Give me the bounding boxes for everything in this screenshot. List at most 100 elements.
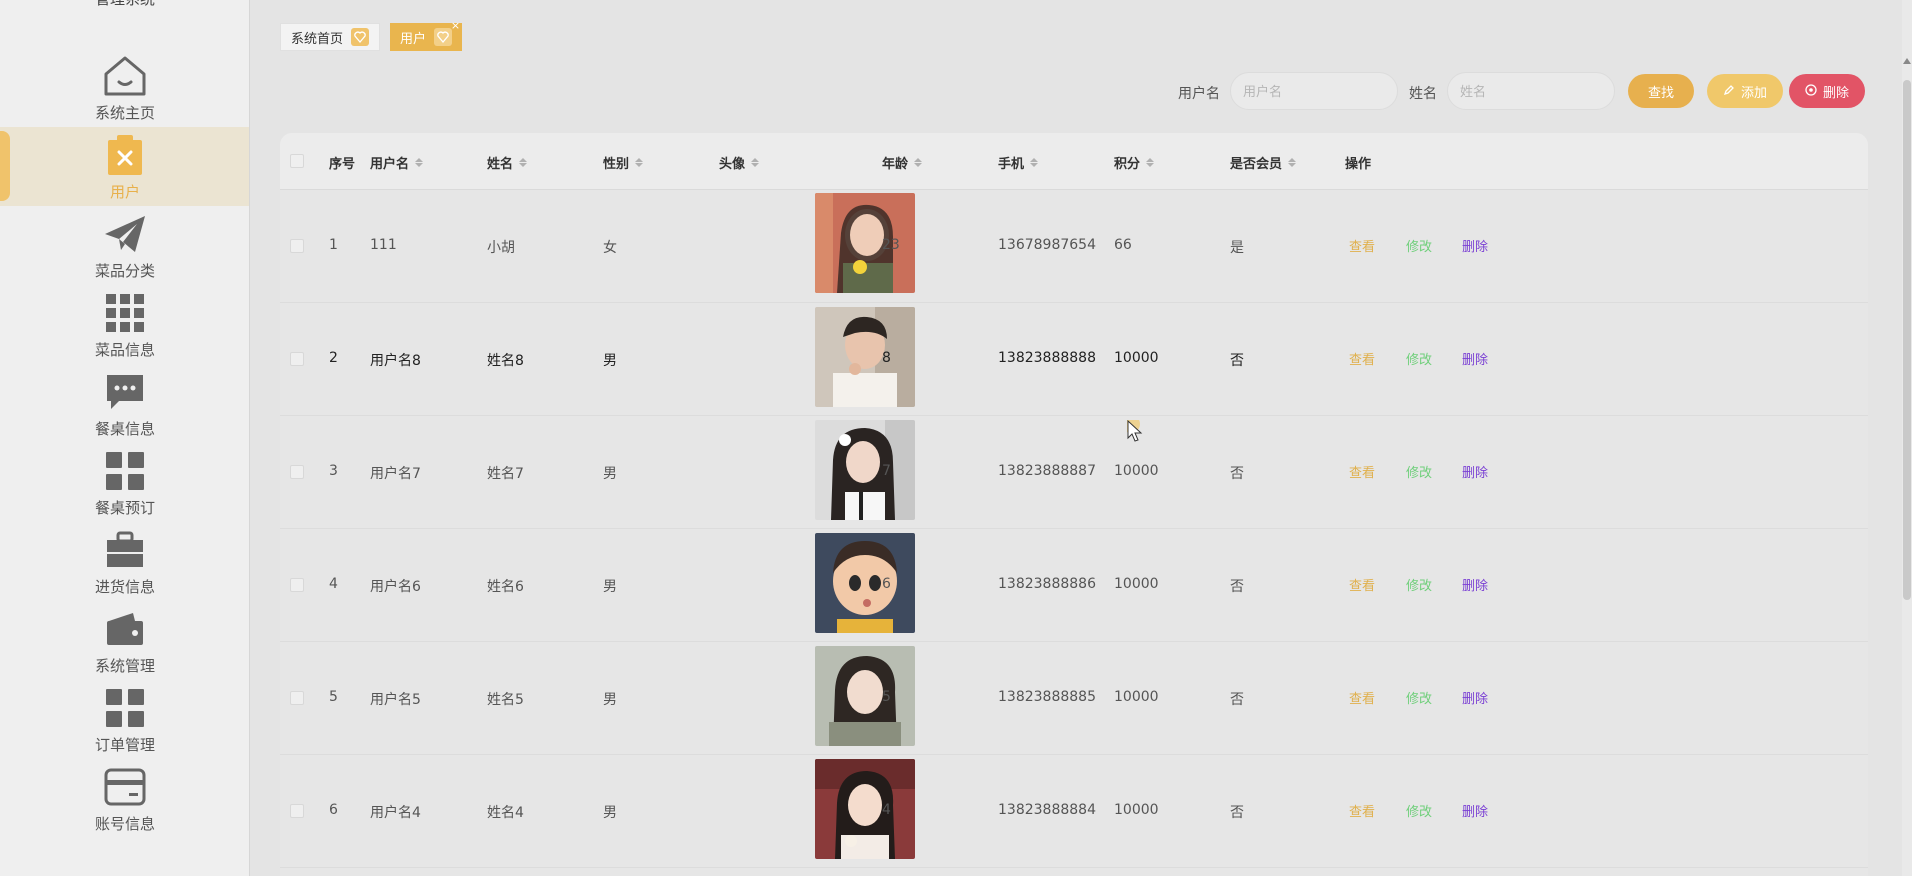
- add-button[interactable]: 添加: [1707, 74, 1783, 108]
- sidebar-item-table-info[interactable]: 餐桌信息: [0, 364, 249, 443]
- delete-button[interactable]: 删除: [1462, 688, 1488, 707]
- cell-gender: 女: [603, 240, 617, 256]
- cell-index: 4: [329, 576, 338, 592]
- edit-button[interactable]: 修改: [1406, 575, 1432, 594]
- sidebar-item-label: 餐桌信息: [94, 420, 155, 438]
- bulk-delete-button[interactable]: 删除: [1789, 74, 1865, 108]
- tab-label: 系统首页: [291, 31, 344, 47]
- select-all-checkbox[interactable]: [290, 154, 304, 168]
- cell-index: 2: [329, 350, 338, 366]
- tiles-icon: [100, 447, 150, 495]
- cell-points: 66: [1114, 237, 1132, 253]
- delete-button[interactable]: 删除: [1462, 575, 1488, 594]
- sidebar-item-label: 订单管理: [94, 736, 155, 754]
- cell-phone: 13823888888: [998, 350, 1096, 366]
- tab-user[interactable]: 用户 ×: [390, 19, 463, 51]
- edit-button[interactable]: 修改: [1406, 236, 1432, 255]
- delete-button[interactable]: 删除: [1462, 462, 1488, 481]
- cell-age: 5: [882, 689, 891, 705]
- row-checkbox[interactable]: [290, 465, 304, 479]
- edit-button[interactable]: 修改: [1406, 462, 1432, 481]
- find-button[interactable]: 查找: [1628, 74, 1694, 108]
- header-index: 序号: [329, 157, 356, 172]
- cell-gender: 男: [603, 579, 617, 595]
- header-age[interactable]: 年龄: [882, 153, 923, 172]
- cell-username: 用户名6: [370, 579, 421, 595]
- sidebar-item-user[interactable]: 用户: [0, 127, 249, 206]
- page-scrollbar[interactable]: [1902, 0, 1912, 876]
- view-button[interactable]: 查看: [1349, 349, 1375, 368]
- cell-age: 4: [882, 802, 891, 818]
- edit-button[interactable]: 修改: [1406, 349, 1432, 368]
- edit-button[interactable]: 修改: [1406, 688, 1432, 707]
- sidebar-item-system-management[interactable]: 系统管理: [0, 601, 249, 680]
- table-row: 5 用户名5 姓名5 男 5 13823888885 10000 否 查看 修改…: [280, 642, 1868, 755]
- row-checkbox[interactable]: [290, 578, 304, 592]
- delete-button[interactable]: 删除: [1462, 801, 1488, 820]
- sidebar-item-label: 餐桌预订: [94, 499, 155, 517]
- cell-index: 5: [329, 689, 338, 705]
- cell-phone: 13678987654: [998, 237, 1096, 253]
- view-button[interactable]: 查看: [1349, 575, 1375, 594]
- username-search-input[interactable]: [1230, 72, 1398, 110]
- row-checkbox[interactable]: [290, 239, 304, 253]
- cell-gender: 男: [603, 692, 617, 708]
- sidebar-item-account-info[interactable]: 账号信息: [0, 759, 249, 838]
- edit-button[interactable]: 修改: [1406, 801, 1432, 820]
- cell-username: 用户名8: [370, 353, 421, 369]
- header-points[interactable]: 积分: [1114, 153, 1155, 172]
- header-phone[interactable]: 手机: [998, 153, 1039, 172]
- header-username[interactable]: 用户名: [370, 153, 424, 172]
- view-button[interactable]: 查看: [1349, 801, 1375, 820]
- view-button[interactable]: 查看: [1349, 236, 1375, 255]
- row-checkbox[interactable]: [290, 352, 304, 366]
- tab-label: 用户: [400, 31, 427, 47]
- sidebar-item-table-booking[interactable]: 餐桌预订: [0, 443, 249, 522]
- name-search-input[interactable]: [1447, 72, 1615, 110]
- view-button[interactable]: 查看: [1349, 688, 1375, 707]
- briefcase-icon: [100, 526, 150, 574]
- row-checkbox[interactable]: [290, 691, 304, 705]
- sidebar: 管理系统 系统主页 用户 菜品分类: [0, 0, 250, 876]
- cell-index: 1: [329, 237, 338, 253]
- tab-bar: 系统首页 用户 ×: [280, 19, 463, 51]
- scroll-up-arrow-icon[interactable]: [1903, 58, 1911, 64]
- sidebar-item-label: 系统管理: [94, 657, 155, 675]
- cell-member: 否: [1230, 579, 1244, 595]
- sidebar-item-dish-info[interactable]: 菜品信息: [0, 285, 249, 364]
- sort-icon: [1146, 158, 1155, 167]
- app-root: 管理系统 系统主页 用户 菜品分类: [0, 0, 1912, 876]
- cell-phone: 13823888885: [998, 689, 1096, 705]
- header-avatar[interactable]: 头像: [719, 153, 760, 172]
- row-checkbox[interactable]: [290, 804, 304, 818]
- sidebar-item-order-management[interactable]: 订单管理: [0, 680, 249, 759]
- cell-index: 3: [329, 463, 338, 479]
- sort-icon: [1030, 158, 1039, 167]
- cell-member: 否: [1230, 805, 1244, 821]
- avatar: [815, 646, 915, 746]
- sidebar-item-dish-category[interactable]: 菜品分类: [0, 206, 249, 285]
- header-gender[interactable]: 性别: [603, 153, 644, 172]
- cell-points: 10000: [1114, 463, 1159, 479]
- sidebar-item-home[interactable]: 系统主页: [0, 48, 249, 127]
- header-name[interactable]: 姓名: [487, 153, 528, 172]
- sidebar-item-stock-info[interactable]: 进货信息: [0, 522, 249, 601]
- close-icon[interactable]: ×: [451, 19, 460, 32]
- view-button[interactable]: 查看: [1349, 462, 1375, 481]
- add-label: 添加: [1740, 84, 1767, 100]
- sort-icon: [415, 158, 424, 167]
- grid-icon: [100, 289, 150, 337]
- header-member[interactable]: 是否会员: [1230, 153, 1297, 172]
- cell-points: 10000: [1114, 802, 1159, 818]
- sidebar-item-label: 账号信息: [94, 815, 155, 833]
- home-icon: [100, 52, 150, 100]
- delete-button[interactable]: 删除: [1462, 236, 1488, 255]
- cell-gender: 男: [603, 353, 617, 369]
- cell-member: 是: [1230, 240, 1244, 256]
- delete-button[interactable]: 删除: [1462, 349, 1488, 368]
- scrollbar-thumb[interactable]: [1903, 80, 1911, 600]
- cell-phone: 13823888887: [998, 463, 1096, 479]
- tab-home[interactable]: 系统首页: [280, 23, 381, 51]
- user-clipboard-icon: [100, 131, 150, 179]
- mouse-cursor-icon: [1127, 420, 1143, 442]
